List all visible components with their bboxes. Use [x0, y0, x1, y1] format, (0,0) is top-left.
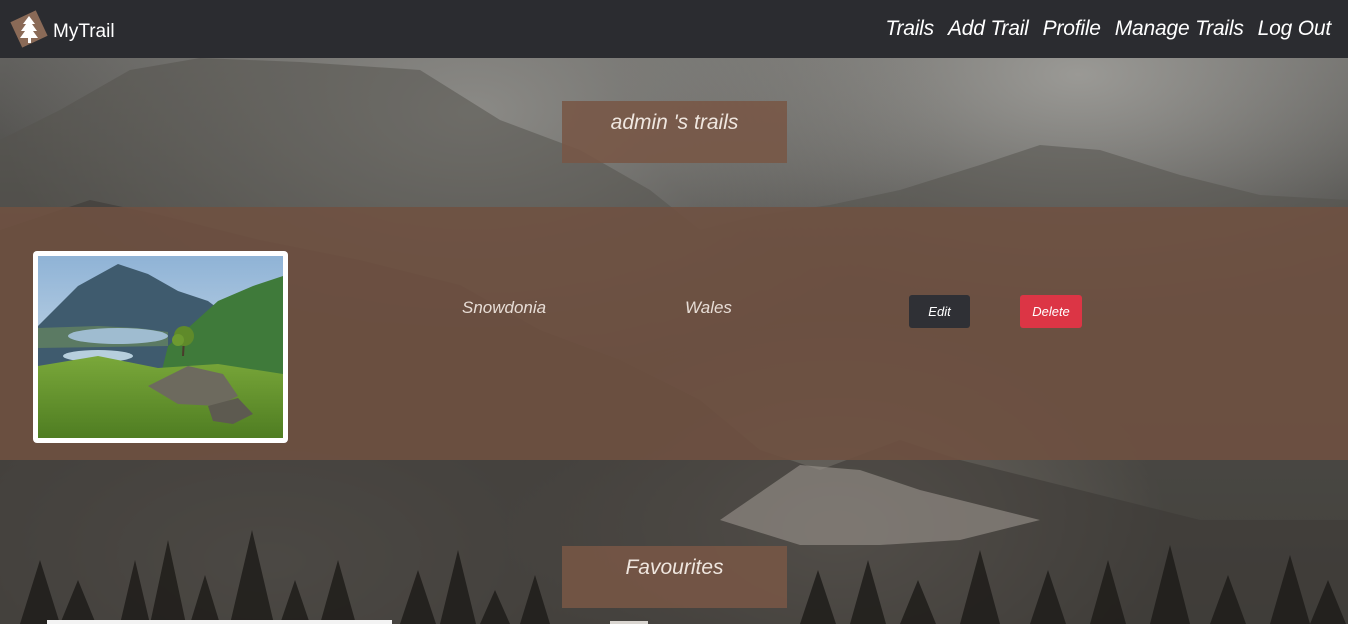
- nav-links: Trails Add Trail Profile Manage Trails L…: [871, 17, 1331, 41]
- trail-thumbnail: [33, 251, 288, 443]
- trail-row: Snowdonia Wales Edit Delete: [0, 207, 1348, 460]
- tree-logo-icon: [9, 9, 49, 49]
- nav-link-profile[interactable]: Profile: [1043, 17, 1101, 41]
- edit-button[interactable]: Edit: [909, 295, 970, 328]
- brand-name: MyTrail: [53, 21, 115, 42]
- delete-button[interactable]: Delete: [1020, 295, 1082, 328]
- trails-section-title: admin 's trails: [562, 101, 787, 163]
- nav-link-manage-trails[interactable]: Manage Trails: [1115, 17, 1244, 41]
- top-navbar: MyTrail Trails Add Trail Profile Manage …: [0, 0, 1348, 58]
- brand-link[interactable]: MyTrail: [9, 9, 115, 49]
- nav-link-log-out[interactable]: Log Out: [1258, 17, 1332, 41]
- favourite-card-edge: [47, 620, 392, 624]
- favourites-section-title: Favourites: [562, 546, 787, 608]
- trail-region: Wales: [685, 298, 732, 317]
- nav-link-trails[interactable]: Trails: [885, 17, 934, 41]
- trail-name: Snowdonia: [462, 298, 547, 317]
- nav-link-add-trail[interactable]: Add Trail: [948, 17, 1029, 41]
